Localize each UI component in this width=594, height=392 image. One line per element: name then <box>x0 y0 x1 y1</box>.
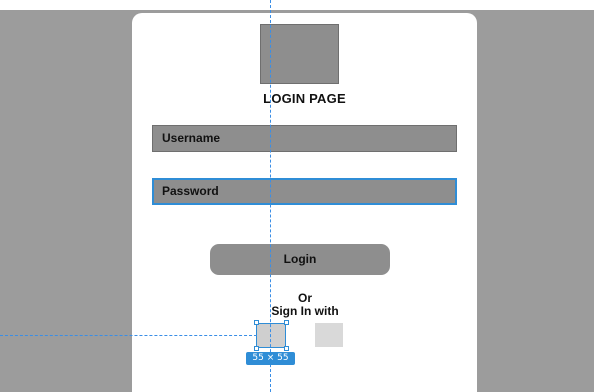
sign-in-with-text: Or Sign In with <box>232 292 378 318</box>
social-login-button-selected[interactable] <box>256 323 286 348</box>
resize-handle-top-right[interactable] <box>284 320 289 325</box>
password-field[interactable]: Password <box>152 178 457 205</box>
horizontal-guide-line <box>0 335 257 336</box>
selection-size-badge: 55 × 55 <box>246 352 295 365</box>
resize-handle-bottom-right[interactable] <box>284 346 289 351</box>
sign-in-with-label: Sign In with <box>271 304 339 318</box>
vertical-guide-line <box>270 0 271 392</box>
username-field[interactable]: Username <box>152 125 457 152</box>
social-login-button[interactable] <box>315 323 343 347</box>
page-title: LOGIN PAGE <box>263 91 346 106</box>
resize-handle-bottom-left[interactable] <box>254 346 259 351</box>
logo-image-placeholder <box>260 24 339 84</box>
login-button[interactable]: Login <box>210 244 390 275</box>
resize-handle-top-left[interactable] <box>254 320 259 325</box>
